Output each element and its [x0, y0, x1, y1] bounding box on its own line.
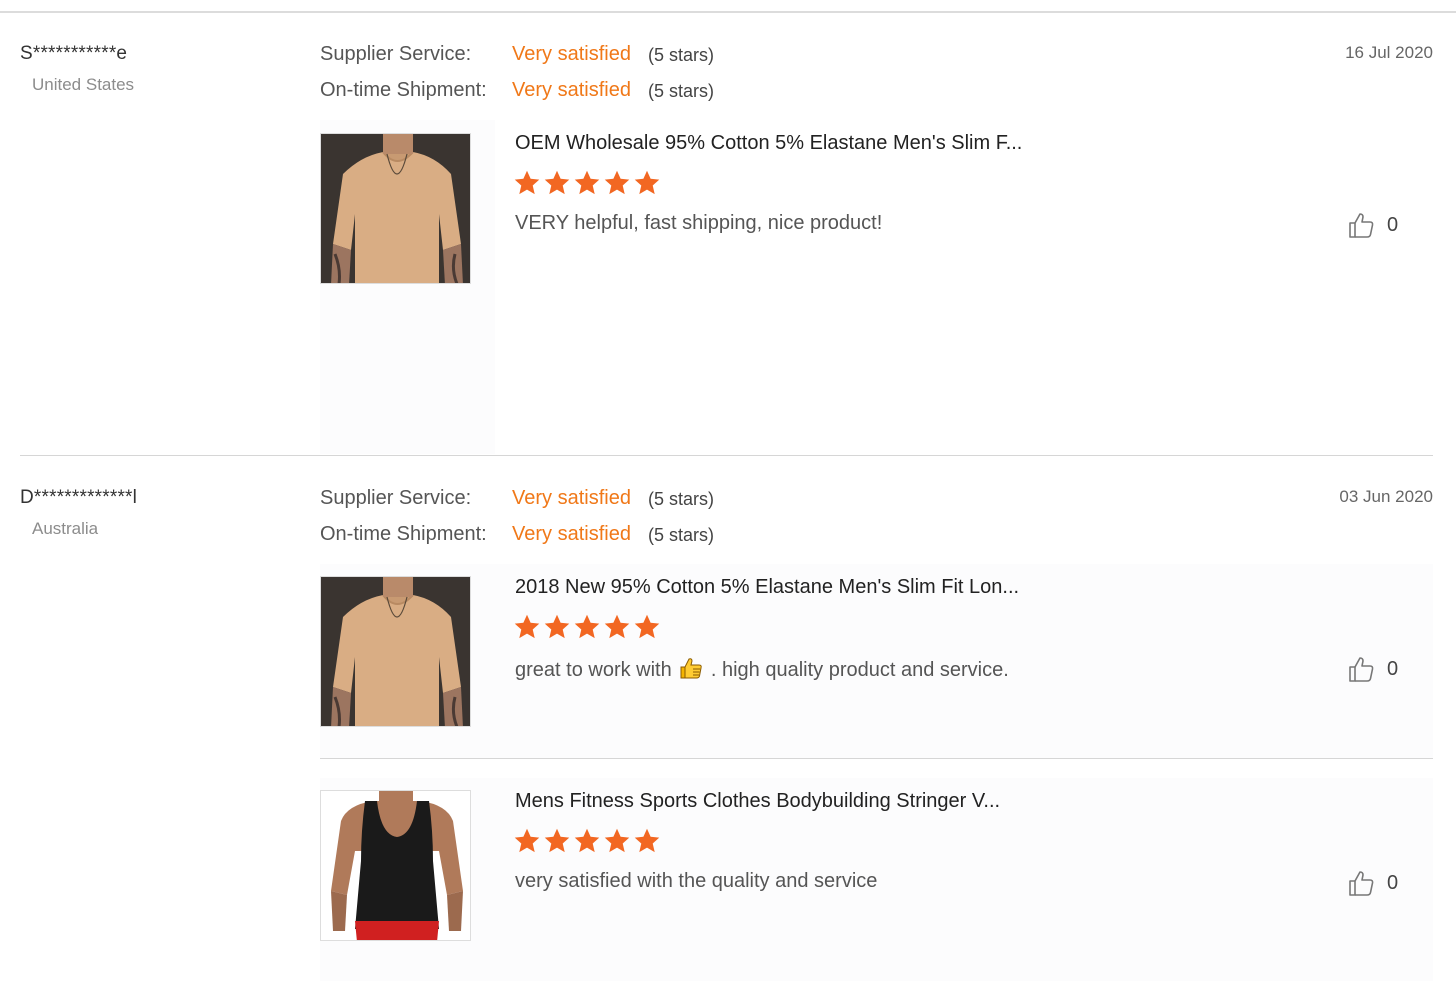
- star-icon: [604, 828, 630, 853]
- star-icon: [634, 170, 660, 195]
- review-card: D*************l Australia Supplier Servi…: [0, 456, 1456, 981]
- star-icon: [544, 614, 570, 639]
- product-title[interactable]: 2018 New 95% Cotton 5% Elastane Men's Sl…: [515, 576, 1019, 599]
- review-date: 03 Jun 2020: [1339, 487, 1433, 506]
- like-count: 0: [1387, 871, 1399, 894]
- star-icon: [574, 614, 600, 639]
- ontime-shipment-stars: (5 stars): [648, 81, 715, 101]
- star-icon: [544, 828, 570, 853]
- review-comment: VERY helpful, fast shipping, nice produc…: [515, 212, 883, 234]
- supplier-service-value: Very satisfied: [512, 487, 631, 509]
- thumbs-up-emoji-icon: [680, 658, 703, 679]
- ontime-shipment-stars: (5 stars): [648, 525, 715, 545]
- star-icon: [514, 614, 540, 639]
- like-button[interactable]: 0: [1347, 655, 1398, 683]
- like-button[interactable]: 0: [1347, 869, 1398, 897]
- reviewer-country: United States: [32, 75, 135, 94]
- star-icon: [604, 614, 630, 639]
- thumbs-up-icon: [1349, 871, 1374, 896]
- star-icon: [634, 828, 660, 853]
- like-button[interactable]: 0: [1347, 211, 1398, 239]
- supplier-service-stars: (5 stars): [648, 45, 715, 65]
- reviewer-country: Australia: [32, 519, 99, 538]
- product-image[interactable]: [320, 133, 471, 284]
- product-title[interactable]: OEM Wholesale 95% Cotton 5% Elastane Men…: [515, 132, 1022, 155]
- comment-text: great to work with: [515, 659, 672, 681]
- star-icon: [634, 614, 660, 639]
- star-icon: [514, 828, 540, 853]
- reviewer-name: D*************l: [20, 487, 138, 508]
- star-icon: [574, 170, 600, 195]
- star-icon: [514, 170, 540, 195]
- product-rating: [513, 169, 661, 197]
- thumbs-up-icon: [1349, 213, 1374, 238]
- like-count: 0: [1387, 657, 1399, 680]
- product-rating: [513, 613, 661, 641]
- star-icon: [604, 170, 630, 195]
- product-title[interactable]: Mens Fitness Sports Clothes Bodybuilding…: [515, 790, 1000, 813]
- thumbs-up-icon: [1349, 657, 1374, 682]
- review-card: S***********e United States Supplier Ser…: [0, 0, 1456, 455]
- product-image[interactable]: [320, 790, 471, 941]
- item-divider: [320, 758, 1433, 759]
- reviewer-name: S***********e: [20, 43, 128, 64]
- supplier-service-label: Supplier Service:: [320, 43, 472, 65]
- review-date: 16 Jul 2020: [1345, 43, 1433, 62]
- comment-text: . high quality product and service.: [710, 659, 1009, 681]
- star-icon: [544, 170, 570, 195]
- ontime-shipment-value: Very satisfied: [512, 79, 631, 101]
- review-comment: very satisfied with the quality and serv…: [515, 870, 878, 892]
- product-rating: [513, 827, 661, 855]
- like-count: 0: [1387, 213, 1399, 236]
- ontime-shipment-value: Very satisfied: [512, 523, 631, 545]
- product-image[interactable]: [320, 576, 471, 727]
- supplier-service-label: Supplier Service:: [320, 487, 472, 509]
- review-comment: great to work with . high quality produc…: [515, 656, 1009, 682]
- ontime-shipment-label: On-time Shipment:: [320, 79, 487, 101]
- supplier-service-stars: (5 stars): [648, 489, 715, 509]
- supplier-service-value: Very satisfied: [512, 43, 631, 65]
- ontime-shipment-label: On-time Shipment:: [320, 523, 487, 545]
- star-icon: [574, 828, 600, 853]
